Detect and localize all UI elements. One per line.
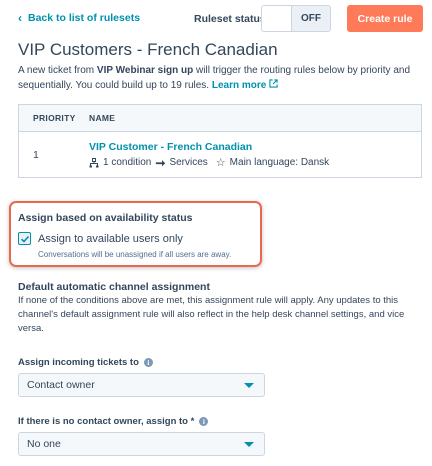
desc-form-name: VIP Webinar sign up: [96, 65, 194, 76]
rule-priority: 1: [33, 149, 39, 161]
chevron-left-icon: ‹: [18, 11, 22, 25]
no-owner-label: If there is no contact owner, assign to …: [18, 416, 209, 427]
no-owner-label-text: If there is no contact owner, assign to …: [18, 416, 195, 427]
toggle-knob: [262, 6, 292, 31]
availability-title: Assign based on availability status: [18, 212, 193, 224]
no-owner-select[interactable]: No one: [18, 432, 265, 456]
incoming-tickets-select[interactable]: Contact owner: [18, 373, 265, 397]
info-icon[interactable]: i: [143, 358, 153, 367]
learn-more-label: Learn more: [211, 80, 267, 91]
hierarchy-icon: [89, 157, 99, 167]
column-header-name: NAME: [89, 113, 116, 123]
available-users-checkbox[interactable]: [18, 232, 31, 245]
ruleset-status-label: Ruleset status: [194, 13, 266, 25]
default-assignment-description: If none of the conditions above are met,…: [18, 295, 405, 334]
create-rule-button[interactable]: Create rule: [347, 5, 423, 32]
rule-language: Main language: Dansk: [229, 157, 330, 168]
rules-table: PRIORITY NAME 1 VIP Customer - French Ca…: [18, 104, 422, 178]
rule-cell: VIP Customer - French Canadian 1 conditi…: [89, 141, 329, 170]
desc-text-1: A new ticket from: [18, 65, 97, 76]
table-header: PRIORITY NAME: [19, 105, 421, 132]
table-row: 1 VIP Customer - French Canadian 1 condi…: [19, 132, 421, 178]
top-bar: ‹ Back to list of rulesets Ruleset statu…: [0, 0, 432, 38]
caret-down-icon: [244, 442, 254, 447]
toggle-state-label: OFF: [292, 6, 330, 31]
external-link-icon: [269, 79, 278, 88]
back-to-rulesets-link[interactable]: ‹ Back to list of rulesets: [18, 12, 140, 24]
available-users-label[interactable]: Assign to available users only: [38, 233, 183, 245]
learn-more-link[interactable]: Learn more: [211, 79, 278, 91]
incoming-tickets-label-text: Assign incoming tickets to: [18, 357, 139, 368]
rule-name-link[interactable]: VIP Customer - French Canadian: [89, 141, 329, 153]
back-link-label: Back to list of rulesets: [28, 12, 141, 24]
page-title: VIP Customers - French Canadian: [18, 40, 278, 59]
default-assignment-title: Default automatic channel assignment: [18, 281, 210, 293]
ruleset-status-toggle[interactable]: OFF: [261, 5, 331, 32]
incoming-tickets-label: Assign incoming tickets to i: [18, 357, 153, 368]
star-outline-icon: ☆: [215, 157, 226, 169]
available-users-help: Conversations will be unassigned if all …: [38, 250, 232, 259]
rule-summary: 1 condition ➞ Services ☆ Main language: …: [89, 156, 329, 170]
info-icon[interactable]: i: [199, 417, 209, 426]
incoming-tickets-value: Contact owner: [27, 379, 95, 391]
arrow-right-icon: ➞: [155, 155, 166, 170]
rule-team: Services: [169, 157, 208, 168]
column-header-priority: PRIORITY: [33, 113, 76, 123]
checkmark-icon: [20, 235, 29, 243]
ruleset-description: A new ticket from VIP Webinar sign up wi…: [18, 63, 423, 93]
no-owner-value: No one: [27, 438, 61, 450]
caret-down-icon: [244, 383, 254, 388]
rule-condition-count: 1 condition: [103, 157, 152, 168]
